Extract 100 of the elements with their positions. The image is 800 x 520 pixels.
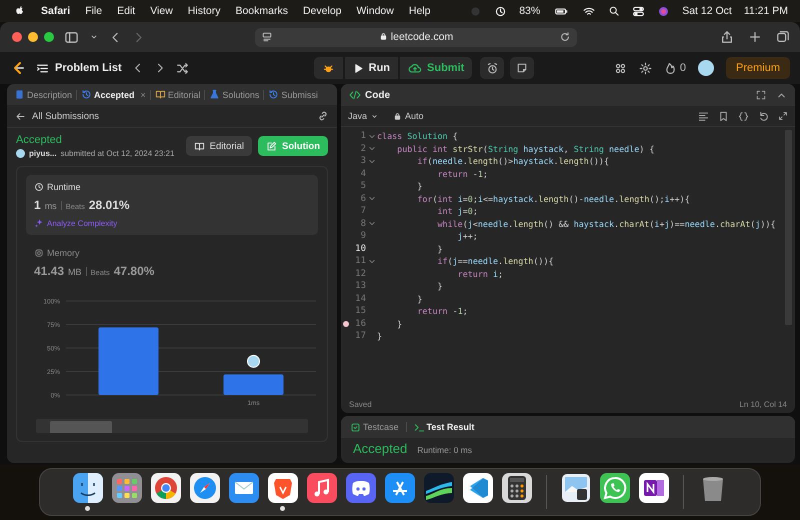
share-icon[interactable] — [720, 30, 734, 44]
debug-button[interactable] — [314, 57, 343, 79]
braces-icon[interactable] — [738, 110, 749, 122]
history-icon — [81, 89, 92, 100]
alarm-clock-icon — [486, 62, 499, 74]
siri-icon[interactable] — [657, 4, 670, 18]
menu-item[interactable]: Develop — [302, 5, 342, 17]
code-line[interactable]: } — [377, 318, 402, 329]
menu-item[interactable]: History — [188, 5, 220, 17]
chart-scrollbar[interactable] — [36, 419, 308, 433]
undo-icon[interactable] — [758, 110, 769, 122]
zoom-button[interactable] — [44, 32, 54, 42]
back-arrow-icon[interactable] — [15, 110, 26, 122]
code-line[interactable]: if(needle.length()>haystack.length()){ — [377, 156, 610, 166]
code-line[interactable]: int j=0; — [377, 206, 478, 216]
tab[interactable]: Solutions — [206, 89, 262, 100]
flame-icon[interactable] — [664, 62, 677, 74]
tab[interactable]: Description — [11, 89, 76, 100]
photo-stack-icon[interactable] — [560, 472, 592, 504]
phone-bubble-icon[interactable] — [598, 472, 630, 504]
editorial-button[interactable]: Editorial — [186, 136, 252, 156]
sidebar-icon[interactable] — [64, 30, 79, 44]
close-button[interactable] — [12, 32, 22, 42]
code-line[interactable]: } — [377, 181, 422, 192]
code-line[interactable]: class Solution { — [377, 131, 458, 142]
minimize-button[interactable] — [28, 32, 38, 42]
menu-date[interactable]: Sat 12 Oct — [682, 5, 732, 17]
breakpoint-dot[interactable] — [343, 320, 349, 327]
menu-item[interactable]: Help — [408, 5, 430, 17]
problem-list-link[interactable]: Problem List — [55, 62, 122, 74]
music-note-icon[interactable] — [306, 472, 338, 504]
mode-label[interactable]: Auto — [405, 111, 424, 121]
avatar[interactable] — [698, 60, 714, 76]
list-icon[interactable] — [36, 62, 49, 74]
menu-item[interactable]: Window — [356, 5, 394, 17]
lion-head-icon[interactable] — [266, 472, 298, 504]
letter-n-icon[interactable] — [638, 472, 670, 504]
code-line[interactable]: } — [377, 281, 443, 292]
tabs-icon[interactable] — [776, 30, 790, 44]
tab[interactable]: Submissi — [265, 89, 321, 100]
ring-browser-icon[interactable] — [150, 472, 182, 504]
fullscreen-icon[interactable] — [778, 110, 788, 120]
language-dropdown[interactable]: Java — [348, 111, 380, 121]
all-submissions-link[interactable]: All Submissions — [32, 110, 100, 122]
tab[interactable]: Test Result — [410, 422, 478, 432]
code-line[interactable]: j++; — [377, 231, 478, 242]
submit-button[interactable]: Submit — [400, 57, 472, 79]
compass-icon[interactable] — [188, 472, 220, 504]
submitted-text: submitted at Oct 12, 2024 23:21 — [60, 149, 174, 158]
timer-button[interactable] — [480, 57, 504, 79]
settings-icon[interactable] — [638, 62, 652, 74]
grid-icon[interactable] — [614, 62, 627, 74]
code-line[interactable]: return -1; — [377, 306, 468, 316]
smiling-face-icon[interactable] — [72, 472, 104, 504]
plus-icon[interactable] — [748, 30, 762, 44]
code-line[interactable]: } — [377, 244, 443, 254]
line-number: 3 — [360, 156, 366, 166]
tab[interactable]: Testcase — [347, 422, 402, 432]
expand-icon[interactable] — [756, 90, 766, 100]
notes-button[interactable] — [510, 57, 534, 79]
premium-button[interactable]: Premium — [726, 57, 790, 79]
shuffle-icon[interactable] — [176, 62, 189, 74]
link-icon[interactable] — [317, 110, 329, 122]
book-icon — [154, 89, 166, 100]
controller-face-icon[interactable] — [344, 472, 376, 504]
menu-time[interactable]: 11:21 PM — [744, 5, 788, 17]
app-menu[interactable]: Safari — [41, 5, 70, 17]
address-field[interactable]: leetcode.com — [255, 28, 577, 46]
reload-icon[interactable] — [559, 31, 571, 43]
bookmark-icon[interactable] — [718, 110, 729, 122]
menu-item[interactable]: File — [85, 5, 102, 17]
letter-a-icon[interactable] — [384, 472, 416, 504]
code-line[interactable]: return -1; — [377, 168, 488, 179]
envelope-icon[interactable] — [228, 472, 260, 504]
run-button[interactable]: Run — [344, 57, 398, 79]
toggles-icon[interactable] — [632, 4, 646, 18]
code-line[interactable]: } — [377, 294, 422, 304]
menu-item[interactable]: Edit — [117, 5, 136, 17]
close-icon[interactable]: × — [140, 90, 146, 100]
code-line[interactable]: while(j<needle.length() && haystack.charAt(i+j)==needle.charAt(j)){ — [377, 218, 776, 229]
menu-item[interactable]: View — [150, 5, 173, 17]
page-icon[interactable] — [261, 31, 273, 43]
menu-item[interactable]: Bookmarks — [235, 5, 288, 17]
format-icon[interactable] — [698, 110, 709, 122]
code-line[interactable]: } — [377, 331, 382, 342]
tab[interactable]: Accepted × — [78, 89, 149, 100]
code-line[interactable]: if(j==needle.length()){ — [377, 256, 554, 266]
app-grid-icon[interactable] — [110, 472, 142, 504]
search-icon[interactable] — [608, 5, 620, 17]
tab[interactable]: Editorial — [152, 89, 204, 100]
code-line[interactable]: return i; — [377, 268, 504, 279]
ribbon-icon[interactable] — [462, 472, 494, 504]
calculator-icon[interactable] — [500, 472, 532, 504]
code-line[interactable]: for(int i=0;i<=haystack.length()-needle.length();i++){ — [377, 194, 690, 204]
username[interactable]: piyus... — [29, 149, 57, 158]
bar[interactable] — [224, 374, 284, 395]
wave-stripe-icon[interactable] — [422, 472, 454, 504]
code-line[interactable]: public int strStr(String haystack, String needle) { — [377, 144, 654, 154]
metric-value: 41.43 — [34, 264, 64, 278]
apple-icon[interactable] — [14, 5, 26, 17]
